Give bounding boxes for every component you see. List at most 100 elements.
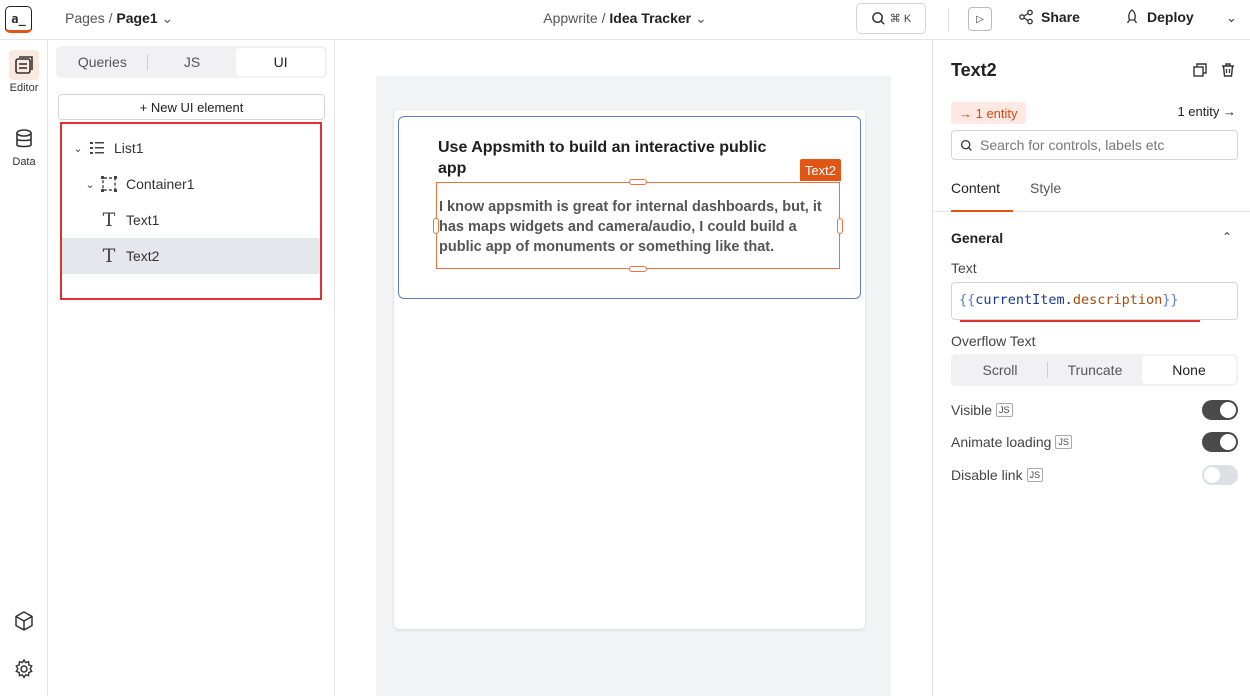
selected-widget-tag[interactable]: Text2 bbox=[799, 159, 841, 181]
resize-handle-top[interactable] bbox=[629, 179, 647, 185]
property-pane: Text2 → 1 entity 1 entity → Content Styl… bbox=[932, 40, 1250, 696]
workspace-label: Appwrite / bbox=[543, 10, 606, 26]
gear-icon bbox=[9, 654, 39, 684]
chevron-down-icon[interactable]: ⌄ bbox=[695, 10, 707, 26]
preview-button[interactable]: ▷ bbox=[968, 7, 992, 31]
app-breadcrumb[interactable]: Appwrite / Idea Tracker ⌄ bbox=[543, 10, 707, 26]
text-icon: T bbox=[102, 245, 116, 267]
overflow-option-none[interactable]: None bbox=[1142, 356, 1236, 384]
omnibar-search-button[interactable]: ⌘ K bbox=[856, 3, 926, 34]
chevron-down-icon[interactable]: ⌄ bbox=[70, 142, 86, 155]
main-canvas[interactable]: Use Appsmith to build an interactive pub… bbox=[376, 76, 891, 696]
tab-ui[interactable]: UI bbox=[236, 48, 326, 76]
tab-js[interactable]: JS bbox=[148, 48, 237, 76]
canvas-area: Use Appsmith to build an interactive pub… bbox=[335, 40, 932, 696]
tree-item-label: Container1 bbox=[126, 176, 195, 192]
visible-toggle-row: Visible JS bbox=[951, 398, 1238, 422]
text-icon: T bbox=[102, 209, 116, 231]
trash-icon[interactable] bbox=[1220, 62, 1236, 81]
widget-name[interactable]: Text2 bbox=[951, 60, 997, 81]
overflow-option-scroll[interactable]: Scroll bbox=[953, 356, 1047, 384]
tab-queries[interactable]: Queries bbox=[58, 48, 147, 76]
animate-loading-toggle[interactable] bbox=[1202, 432, 1238, 452]
tree-item-label: Text1 bbox=[126, 212, 160, 228]
tree-item-text2[interactable]: T Text2 bbox=[62, 238, 320, 274]
play-icon: ▷ bbox=[976, 13, 984, 25]
divider bbox=[948, 8, 949, 32]
text1-widget[interactable]: Use Appsmith to build an interactive pub… bbox=[438, 137, 768, 179]
tab-content[interactable]: Content bbox=[951, 180, 1013, 212]
deploy-label: Deploy bbox=[1147, 9, 1194, 25]
toggle-label: Animate loading bbox=[951, 434, 1052, 450]
overflow-option-truncate[interactable]: Truncate bbox=[1048, 356, 1142, 384]
database-icon bbox=[9, 124, 39, 154]
chevron-down-icon[interactable]: ⌄ bbox=[82, 178, 98, 191]
text-property-label: Text bbox=[951, 260, 977, 276]
overflow-text-label: Overflow Text bbox=[951, 333, 1036, 349]
text2-widget[interactable]: Text2 I know appsmith is great for inter… bbox=[433, 159, 843, 272]
toggle-label: Visible bbox=[951, 402, 992, 418]
list-icon bbox=[86, 140, 108, 156]
rail-item-packages[interactable] bbox=[0, 606, 48, 638]
rail-label: Editor bbox=[9, 82, 39, 94]
share-icon bbox=[1019, 9, 1033, 25]
js-toggle-badge[interactable]: JS bbox=[1026, 468, 1044, 482]
app-name[interactable]: Idea Tracker bbox=[609, 10, 691, 26]
chevron-down-icon[interactable]: ⌄ bbox=[162, 10, 174, 26]
share-button[interactable]: Share bbox=[1018, 9, 1080, 25]
overflow-text-control: Scroll Truncate None bbox=[951, 354, 1238, 386]
tree-item-label: Text2 bbox=[126, 248, 160, 264]
rail-item-data[interactable]: Data bbox=[0, 124, 48, 168]
tree-item-text1[interactable]: T Text1 bbox=[98, 202, 320, 238]
disable-link-toggle[interactable] bbox=[1202, 465, 1238, 485]
cube-icon bbox=[9, 606, 39, 636]
text2-content: I know appsmith is great for internal da… bbox=[439, 199, 822, 255]
appsmith-logo[interactable]: a_ bbox=[5, 6, 32, 33]
rail-item-editor[interactable]: Editor bbox=[0, 50, 48, 94]
page-name[interactable]: Page1 bbox=[116, 10, 157, 26]
list-widget[interactable]: Use Appsmith to build an interactive pub… bbox=[394, 110, 865, 629]
toggle-label: Disable link bbox=[951, 467, 1023, 483]
visible-toggle[interactable] bbox=[1202, 400, 1238, 420]
outgoing-entity-link[interactable]: 1 entity → bbox=[1177, 104, 1236, 119]
property-tabs: Content Style bbox=[933, 178, 1250, 212]
tree-item-label: List1 bbox=[114, 140, 144, 156]
tab-style[interactable]: Style bbox=[1030, 180, 1061, 212]
pages-label: Pages / bbox=[65, 10, 113, 26]
rail-label: Data bbox=[12, 156, 36, 168]
disable-link-toggle-row: Disable link JS bbox=[951, 463, 1238, 487]
copy-icon[interactable] bbox=[1192, 62, 1208, 81]
resize-handle-bottom[interactable] bbox=[629, 266, 647, 272]
rail-item-settings[interactable] bbox=[0, 654, 48, 686]
pages-breadcrumb[interactable]: Pages / Page1 ⌄ bbox=[65, 10, 173, 27]
section-general-header[interactable]: General bbox=[951, 230, 1003, 246]
js-toggle-badge[interactable]: JS bbox=[996, 403, 1013, 417]
explorer-tabs: Queries JS UI bbox=[56, 46, 327, 78]
animate-loading-toggle-row: Animate loading JS bbox=[951, 430, 1238, 454]
tree-item-container1[interactable]: ⌄ Container1 bbox=[82, 166, 320, 202]
container-icon bbox=[98, 175, 120, 193]
top-bar: a_ Pages / Page1 ⌄ Appwrite / Idea Track… bbox=[0, 0, 1250, 40]
resize-handle-left[interactable] bbox=[433, 218, 439, 234]
explorer-panel: Queries JS UI + New UI element ⌄ List1 ⌄… bbox=[48, 40, 335, 696]
search-icon bbox=[871, 12, 885, 25]
property-search-input[interactable] bbox=[980, 137, 1220, 153]
incoming-entity-badge[interactable]: → 1 entity bbox=[951, 102, 1026, 124]
new-ui-element-button[interactable]: + New UI element bbox=[58, 94, 325, 120]
container-widget[interactable]: Use Appsmith to build an interactive pub… bbox=[398, 116, 861, 299]
left-rail: Editor Data bbox=[0, 40, 48, 696]
tree-item-list1[interactable]: ⌄ List1 bbox=[70, 130, 320, 166]
deploy-button[interactable]: Deploy bbox=[1124, 9, 1194, 25]
js-toggle-badge[interactable]: JS bbox=[1055, 435, 1072, 449]
chevron-down-icon[interactable]: ⌄ bbox=[1226, 10, 1237, 26]
chevron-up-icon[interactable]: ⌃ bbox=[1222, 230, 1232, 244]
editor-icon bbox=[9, 50, 39, 80]
share-label: Share bbox=[1041, 9, 1080, 25]
widget-tree: ⌄ List1 ⌄ Container1 T Text1 T Text2 bbox=[60, 122, 322, 300]
error-underline bbox=[960, 320, 1200, 322]
text-property-input[interactable]: {{currentItem.description}} bbox=[951, 282, 1238, 320]
property-search-field[interactable] bbox=[951, 130, 1238, 160]
search-icon bbox=[960, 139, 972, 151]
search-shortcut: ⌘ K bbox=[889, 13, 912, 25]
resize-handle-right[interactable] bbox=[837, 218, 843, 234]
